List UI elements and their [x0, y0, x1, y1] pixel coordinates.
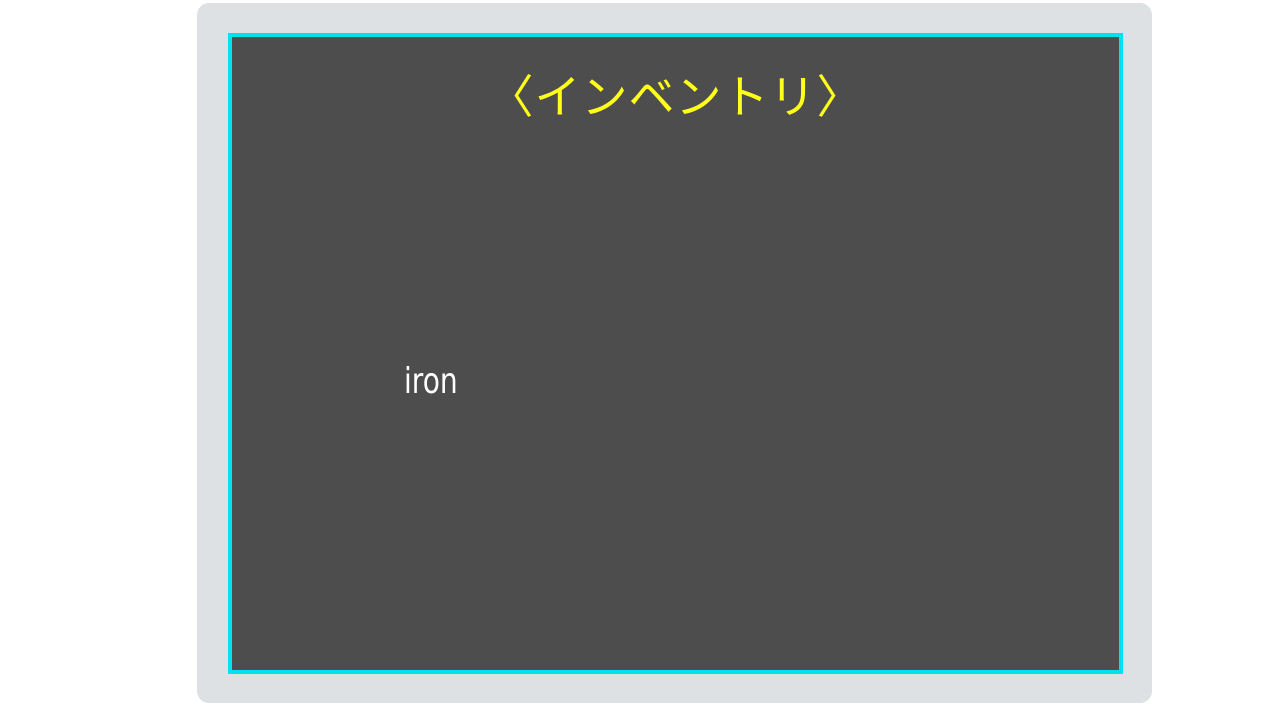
inventory-item-iron[interactable]: iron — [404, 357, 458, 407]
game-screen: 〈インベントリ〉 iron — [0, 0, 1280, 720]
inventory-title: 〈インベントリ〉 — [487, 70, 864, 124]
inventory-panel: 〈インベントリ〉 iron — [228, 33, 1123, 674]
